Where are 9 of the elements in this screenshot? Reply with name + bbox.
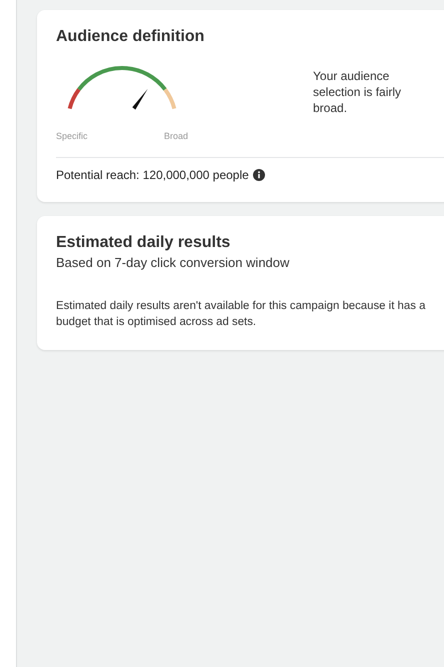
potential-reach-text: Potential reach: 120,000,000 people	[56, 168, 249, 182]
card-title: Estimated daily results	[56, 234, 230, 252]
card-title: Audience definition	[56, 28, 204, 46]
gauge-max-label: Broad	[164, 131, 188, 141]
info-icon[interactable]	[252, 169, 265, 181]
audience-description: Your audience selection is fairly broad.	[313, 68, 402, 116]
card-subtitle: Based on 7-day click conversion window	[56, 255, 290, 270]
gauge-min-label: Specific	[56, 131, 88, 141]
results-message: Estimated daily results aren't available for this campaign because it has a budget that is optimised across ad sets.	[56, 299, 426, 330]
